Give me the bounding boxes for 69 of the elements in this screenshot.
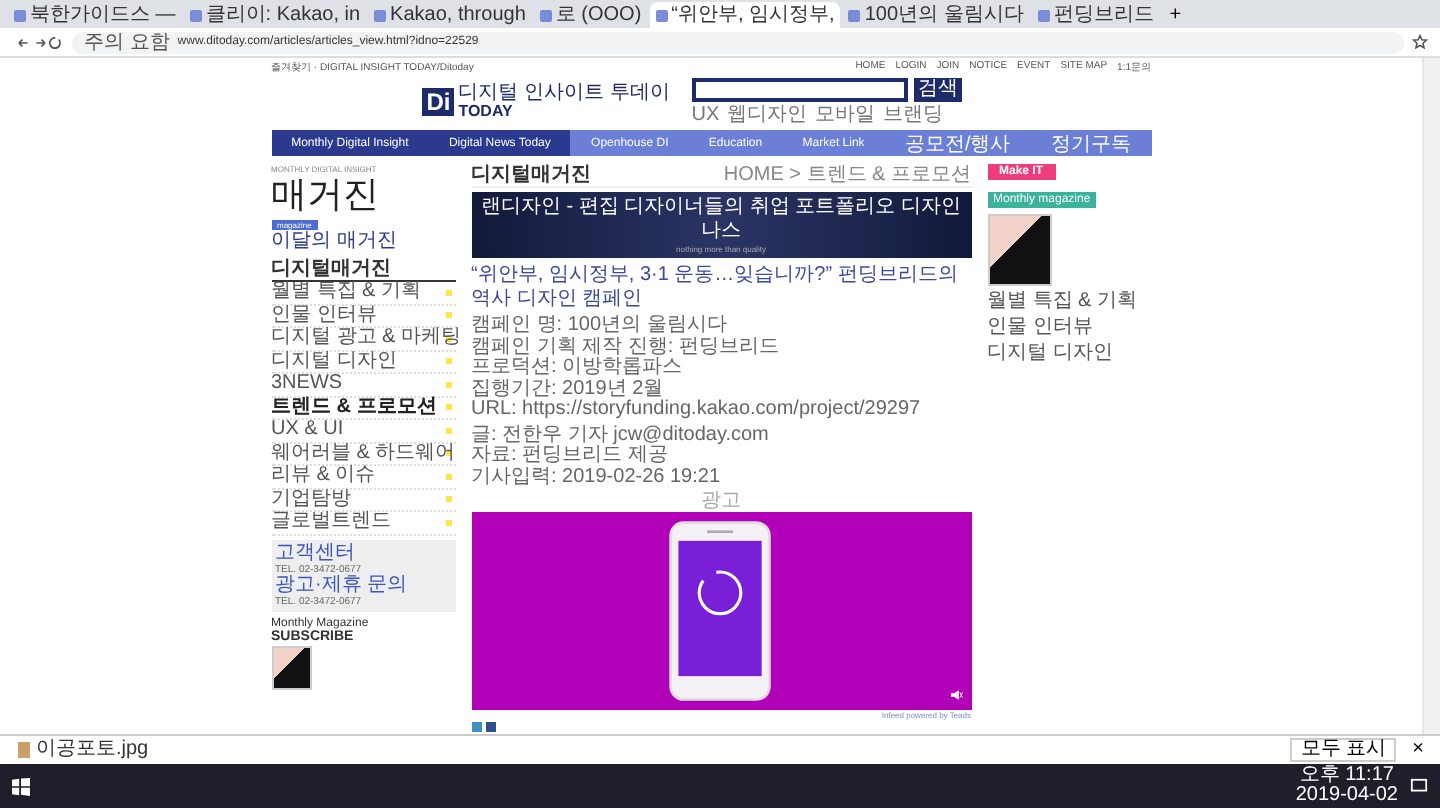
- info-line: 캠페인 명: 100년의 울림시다: [471, 316, 729, 337]
- new-tab-button[interactable]: +: [1161, 2, 1190, 28]
- notification-icon[interactable]: [1410, 777, 1428, 795]
- download-item[interactable]: 이공포토.jpg: [12, 738, 155, 762]
- info-line: 프로덕션: 이방학롭파스: [471, 358, 685, 379]
- scrollbar[interactable]: [1422, 58, 1440, 734]
- favicon-icon: [539, 9, 552, 21]
- search-field[interactable]: [691, 78, 908, 102]
- browser-tab[interactable]: 로 (OOO): [533, 2, 648, 28]
- byline-line: 글: 전한우 기자 jcw@ditoday.com: [471, 425, 771, 445]
- nav-tab[interactable]: 정기구독: [1030, 130, 1152, 156]
- browser-tab[interactable]: “위안부, 임시정부,: [649, 2, 841, 28]
- favicon-icon: [374, 9, 387, 21]
- menu-item[interactable]: 리뷰 & 이슈: [271, 466, 455, 489]
- menu-item[interactable]: 트렌드 & 프로모션: [271, 397, 455, 420]
- side-link[interactable]: 월별 특집 & 기획: [987, 290, 1138, 312]
- menu-item[interactable]: UX & UI: [271, 420, 455, 443]
- info-line: 집행기간: 2019년 2월: [471, 379, 666, 399]
- menu-item[interactable]: 인물 인터뷰: [271, 305, 455, 328]
- nav-tab[interactable]: 공모전/행사: [884, 130, 1031, 156]
- windows-icon[interactable]: [12, 777, 30, 795]
- current-issue-link[interactable]: 이달의 매거진: [271, 230, 397, 252]
- favicon-icon: [655, 9, 668, 21]
- speaker-icon[interactable]: [949, 688, 963, 702]
- menu-item[interactable]: 웨어러블 & 하드웨어: [271, 443, 455, 466]
- keyword-link[interactable]: 브랜딩: [883, 104, 944, 126]
- star-icon[interactable]: [1412, 34, 1428, 50]
- magazine-cover-drawing[interactable]: [987, 214, 1051, 286]
- side-link[interactable]: 인물 인터뷰: [987, 316, 1093, 338]
- browser-tab[interactable]: 100년의 울림시다: [842, 2, 1030, 28]
- keyword-link[interactable]: 웹디자인: [727, 104, 808, 126]
- breadcrumb: HOME > 트렌드 & 프로모션: [723, 164, 971, 186]
- menu-item[interactable]: 글로벌트렌드: [271, 512, 455, 535]
- show-all-button[interactable]: 모두 표시: [1290, 738, 1397, 762]
- section-title: 매거진: [271, 174, 379, 214]
- menu-item[interactable]: 월별 특집 & 기획: [271, 282, 455, 305]
- facebook-icon[interactable]: [485, 722, 495, 732]
- share-icon[interactable]: [471, 722, 481, 732]
- favicon-icon: [189, 9, 202, 21]
- menu-item[interactable]: 기업탐방: [271, 489, 455, 512]
- info-line: URL: https://storyfunding.kakao.com/project/29297: [471, 400, 923, 421]
- browser-tab[interactable]: Kakao, through: [368, 2, 532, 28]
- contact-title: 고객센터: [275, 543, 357, 563]
- byline-line: 자료: 펀딩브리드 제공: [471, 446, 668, 467]
- favicon-icon: [848, 9, 861, 21]
- ad-label: 광고: [701, 492, 741, 512]
- menu-item[interactable]: 디지털 디자인: [271, 351, 455, 374]
- contact-title: 광고·제휴 문의: [275, 575, 410, 595]
- magazine-cover-drawing[interactable]: [271, 645, 311, 689]
- side-link[interactable]: 디지털 디자인: [987, 342, 1113, 364]
- favicon-icon: [1037, 9, 1050, 21]
- search-button[interactable]: 검색: [913, 78, 962, 102]
- info-line: 캠페인 기획 제작 진행: 펀딩브리드: [471, 337, 781, 357]
- close-button[interactable]: ×: [1408, 740, 1428, 760]
- browser-tab[interactable]: 클리이: Kakao, in: [183, 2, 367, 28]
- keyword-link[interactable]: UX: [691, 104, 720, 126]
- menu-item[interactable]: 3NEWS: [271, 374, 455, 397]
- browser-tab[interactable]: 북한가이드스 —: [8, 2, 182, 28]
- menu-item[interactable]: 디지털 광고 & 마케팅: [271, 328, 455, 351]
- security-label: 주의 요함: [84, 31, 170, 53]
- video-ad[interactable]: [471, 512, 971, 710]
- favicon-icon: [14, 9, 26, 21]
- section-name: 디지털매거진: [471, 164, 591, 186]
- clock[interactable]: 오후 11:17 2019-04-02: [1295, 766, 1398, 806]
- keyword-link[interactable]: 모바일: [815, 104, 876, 126]
- byline-line: 기사입력: 2019-02-26 19:21: [471, 467, 723, 488]
- article-title: “위안부, 임시정부, 3·1 운동…잊습니까?” 펀딩브리드의 역사 디자인 캠페인: [471, 264, 960, 312]
- file-icon: [18, 742, 30, 758]
- browser-tab[interactable]: 펀딩브리드: [1031, 2, 1160, 28]
